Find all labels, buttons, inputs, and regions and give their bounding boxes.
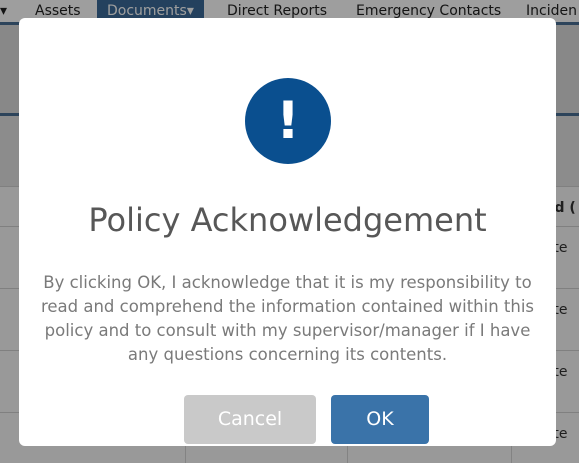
dialog-title: Policy Acknowledgement [88, 201, 487, 239]
dialog-message: By clicking OK, I acknowledge that it is… [40, 273, 535, 364]
cancel-button[interactable]: Cancel [184, 395, 316, 444]
ok-button[interactable]: OK [331, 395, 429, 444]
policy-acknowledgement-dialog: ! Policy Acknowledgement By clicking OK,… [19, 18, 556, 446]
exclamation-icon: ! [245, 78, 331, 164]
